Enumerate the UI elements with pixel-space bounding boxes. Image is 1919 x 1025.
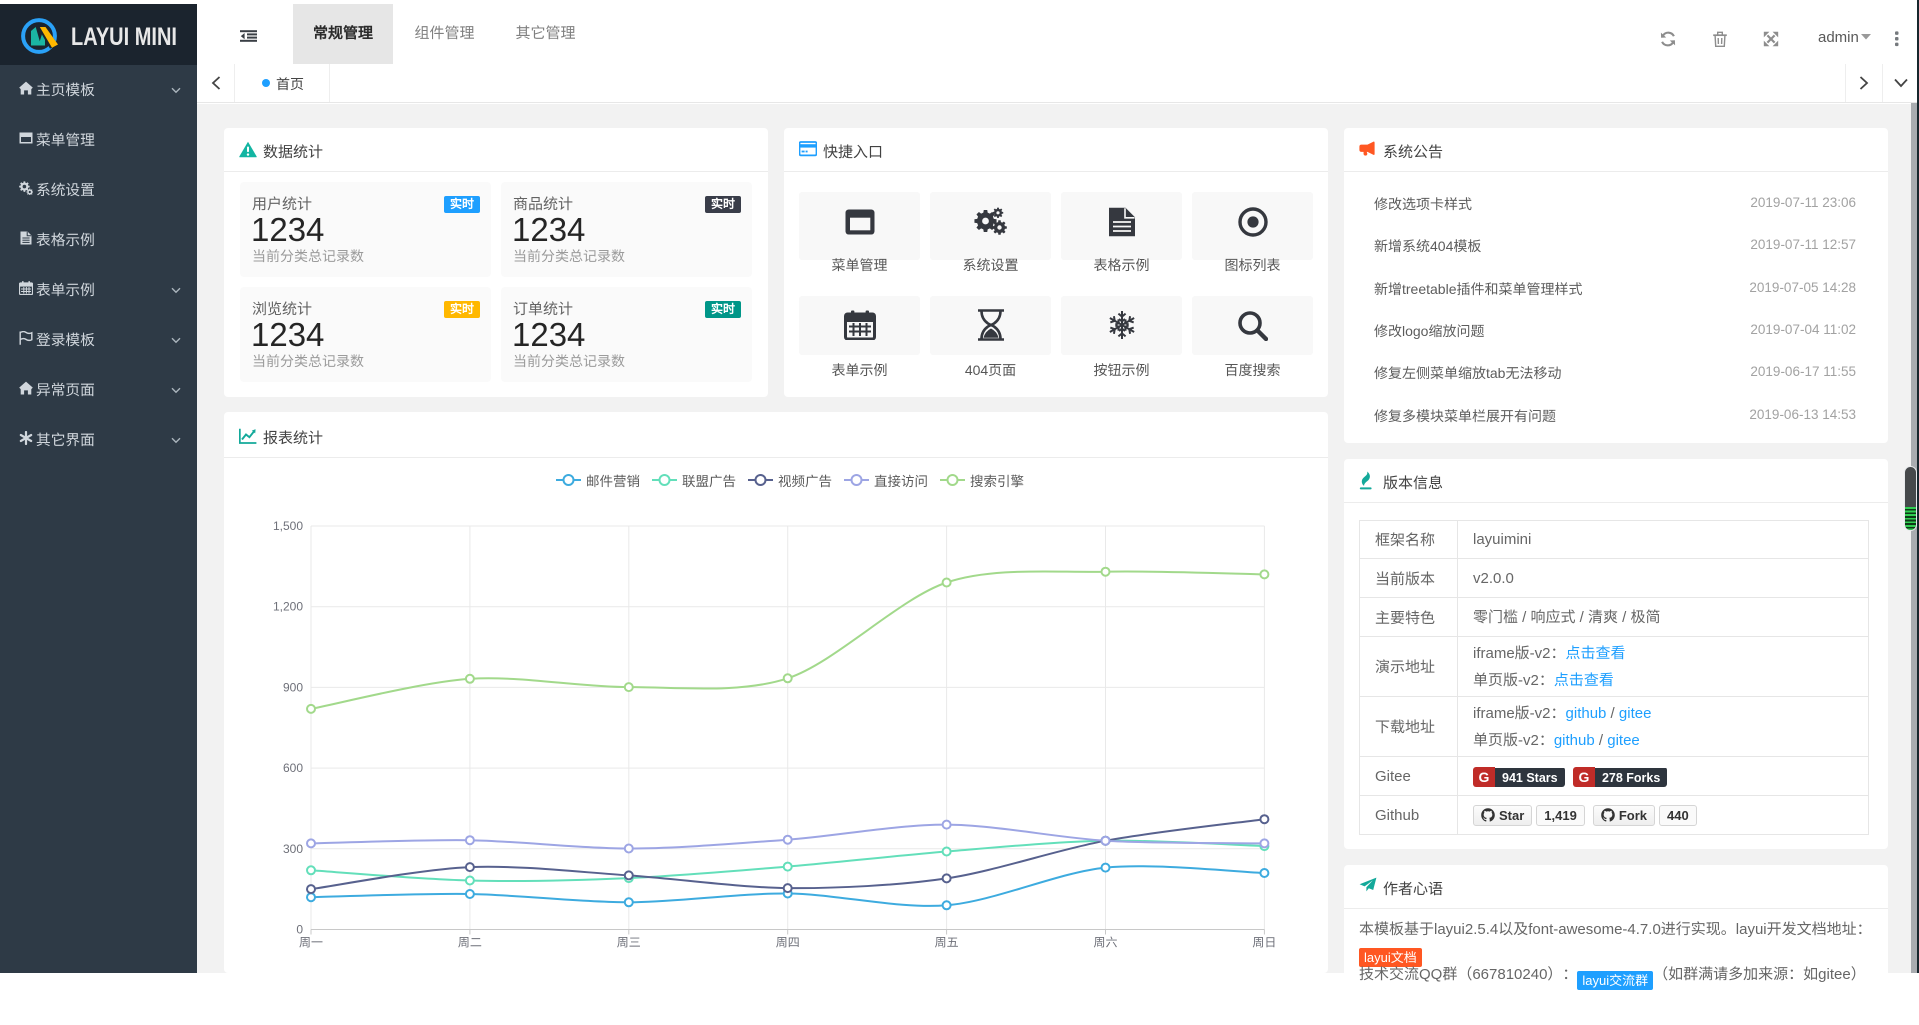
svg-text:1,200: 1,200 <box>273 600 303 614</box>
svg-text:1,500: 1,500 <box>273 519 303 533</box>
svg-text:周四: 周四 <box>776 936 800 950</box>
svg-text:周二: 周二 <box>458 936 482 950</box>
svg-text:300: 300 <box>283 842 303 856</box>
svg-text:周日: 周日 <box>1252 936 1276 950</box>
svg-text:900: 900 <box>283 680 303 694</box>
svg-text:周五: 周五 <box>935 936 959 950</box>
svg-text:周一: 周一 <box>299 936 323 950</box>
svg-text:600: 600 <box>283 761 303 775</box>
svg-text:0: 0 <box>296 923 303 937</box>
svg-text:周三: 周三 <box>617 936 641 950</box>
svg-text:周六: 周六 <box>1093 936 1117 950</box>
